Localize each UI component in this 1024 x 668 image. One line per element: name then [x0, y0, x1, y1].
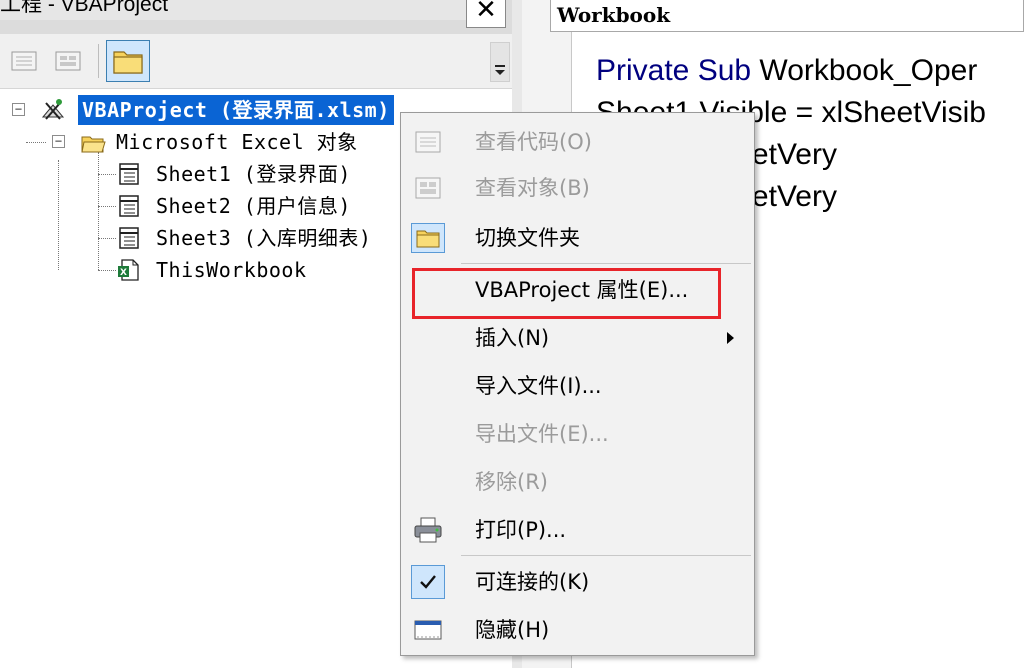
menu-item-hide[interactable]: 隐藏(H)	[401, 607, 754, 653]
folder-open-icon	[81, 136, 106, 153]
tree-root-label[interactable]: VBAProject (登录界面.xlsm)	[78, 95, 394, 125]
menu-item-label: 导入文件(I)...	[475, 374, 602, 398]
toolbar-separator	[98, 44, 99, 78]
menu-separator	[461, 555, 751, 556]
menu-item-view-object[interactable]: 查看对象(B)	[401, 165, 754, 211]
tree-item-label[interactable]: Sheet3 (入库明细表)	[156, 223, 371, 253]
code-text: Workbook_Oper	[759, 54, 978, 87]
tree-item-label[interactable]: Sheet2 (用户信息)	[156, 191, 351, 221]
tree-item-label[interactable]: Sheet1 (登录界面)	[156, 159, 351, 189]
code-keyword: Private Sub	[596, 54, 760, 87]
chevron-down-icon	[495, 65, 505, 75]
view-object-button[interactable]	[52, 46, 84, 76]
menu-item-export-file[interactable]: 导出文件(E)...	[401, 411, 754, 457]
view-code-icon	[415, 131, 441, 153]
view-object-icon	[415, 177, 441, 199]
menu-item-view-code[interactable]: 查看代码(O)	[401, 119, 754, 165]
worksheet-icon	[119, 195, 139, 217]
code-line: Private Sub Workbook_Oper	[596, 50, 1024, 92]
workbook-icon: X	[118, 259, 139, 281]
highlight-annotation	[412, 268, 721, 319]
printer-icon	[414, 517, 442, 543]
close-icon: ✕	[475, 0, 497, 25]
worksheet-icon	[119, 163, 139, 185]
menu-item-label: 打印(P)...	[475, 518, 567, 542]
menu-item-label: 隐藏(H)	[475, 618, 550, 642]
folder-icon	[113, 51, 143, 74]
menu-item-import-file[interactable]: 导入文件(I)...	[401, 363, 754, 409]
toolbar-overflow-button[interactable]	[490, 42, 510, 82]
tree-folder-label[interactable]: Microsoft Excel 对象	[116, 127, 358, 157]
folder-icon	[411, 223, 445, 253]
menu-item-remove[interactable]: 移除(R)	[401, 459, 754, 505]
view-code-button[interactable]	[8, 46, 40, 76]
menu-item-label: 移除(R)	[475, 470, 548, 494]
svg-text:X: X	[120, 268, 127, 278]
collapse-icon[interactable]: −	[52, 135, 65, 148]
submenu-arrow-icon	[727, 332, 734, 344]
menu-item-dockable[interactable]: 可连接的(K)	[401, 559, 754, 605]
menu-item-print[interactable]: 打印(P)...	[401, 507, 754, 553]
menu-item-toggle-folders[interactable]: 切换文件夹	[401, 215, 754, 261]
menu-item-label: 切换文件夹	[475, 226, 580, 250]
menu-item-label: 导出文件(E)...	[475, 422, 609, 446]
collapse-icon[interactable]: −	[12, 103, 25, 116]
menu-item-insert[interactable]: 插入(N)	[401, 315, 754, 361]
project-explorer-title: 工程 - VBAProject	[0, 0, 480, 20]
menu-separator	[461, 263, 751, 264]
tree-item-label[interactable]: ThisWorkbook	[156, 255, 307, 285]
project-explorer-titlebar: 工程 - VBAProject	[0, 0, 512, 34]
menu-item-label: 插入(N)	[475, 326, 550, 350]
close-button[interactable]: ✕	[466, 0, 506, 28]
context-menu: 查看代码(O) 查看对象(B) 切换文件夹 VBAProject 属性(E)..…	[400, 112, 755, 656]
project-toolbar	[0, 34, 512, 89]
checkmark-icon	[420, 575, 436, 589]
view-code-icon	[11, 51, 37, 71]
object-dropdown[interactable]: Workbook	[550, 0, 1024, 32]
menu-item-label: 查看对象(B)	[475, 176, 590, 200]
menu-item-label: 可连接的(K)	[475, 570, 590, 594]
toggle-folders-button[interactable]	[106, 40, 150, 82]
vba-project-icon	[41, 99, 65, 120]
worksheet-icon	[119, 227, 139, 249]
menu-item-label: 查看代码(O)	[475, 130, 592, 154]
hide-window-icon	[414, 620, 442, 640]
view-object-icon	[55, 51, 81, 71]
checkbox-checked	[411, 565, 445, 599]
